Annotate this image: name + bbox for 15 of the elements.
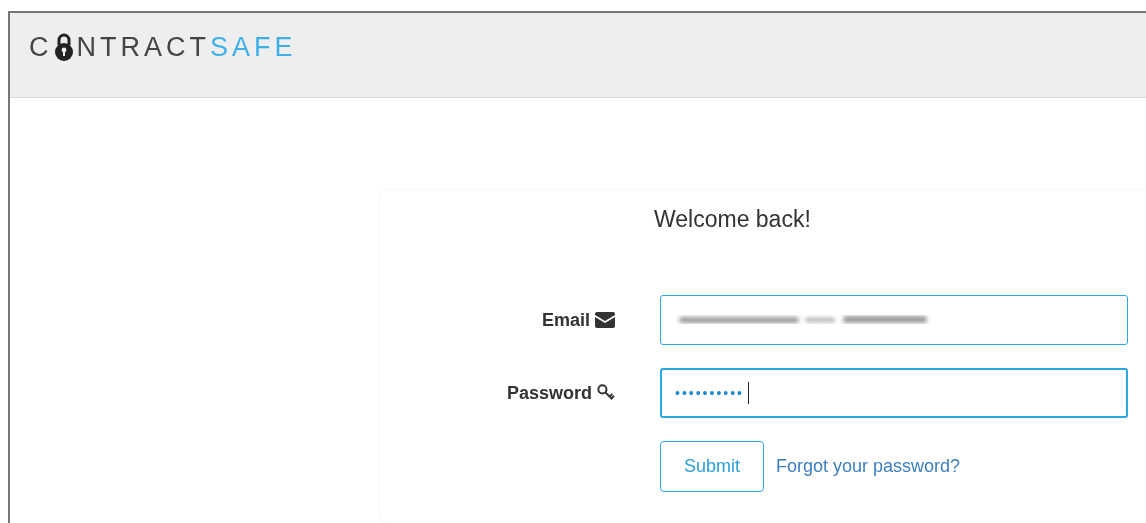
logo-text: SAFE (210, 31, 297, 63)
padlock-icon (53, 32, 74, 62)
field-label: Password (506, 382, 592, 404)
submit-button[interactable]: Submit (660, 441, 764, 492)
key-icon (597, 384, 615, 402)
forgot-password-link[interactable]: Forgot your password? (776, 456, 961, 477)
field-label: Email (541, 309, 590, 331)
password-field[interactable]: •••••••••• (660, 368, 1128, 418)
envelope-icon (595, 312, 615, 328)
logo-text: C (29, 31, 53, 63)
logo-text: NTRACT (76, 31, 210, 63)
welcome-heading: Welcome back! (653, 205, 812, 234)
email-field[interactable] (660, 295, 1128, 345)
password-dots: •••••••••• (675, 385, 744, 401)
text-cursor (748, 382, 749, 404)
